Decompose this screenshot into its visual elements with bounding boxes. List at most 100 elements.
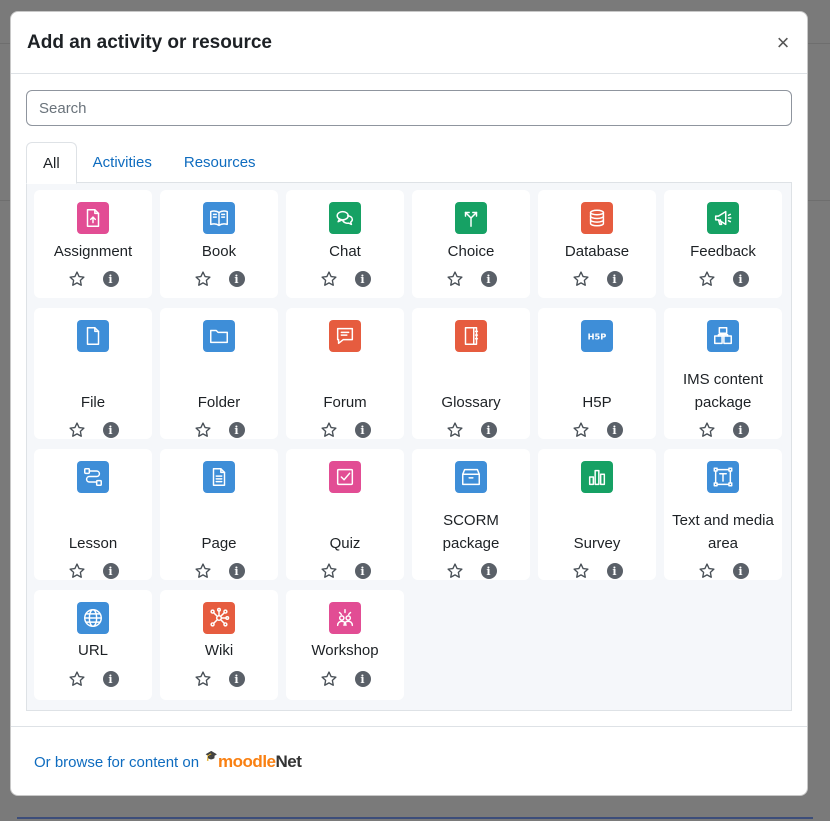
star-icon[interactable] [320, 670, 338, 688]
info-icon[interactable]: i [480, 271, 497, 287]
activity-item-h5p[interactable]: H5P H5P i [538, 308, 656, 439]
activity-item-url[interactable]: URL i [34, 590, 152, 700]
star-icon[interactable] [320, 421, 338, 439]
star-icon[interactable] [698, 421, 716, 439]
info-icon[interactable]: i [102, 563, 119, 579]
info-icon[interactable]: i [102, 271, 119, 287]
star-icon[interactable] [194, 421, 212, 439]
activity-item-actions: i [698, 562, 749, 580]
file-icon [77, 320, 109, 352]
activity-item-workshop[interactable]: Workshop i [286, 590, 404, 700]
workshop-icon [329, 602, 361, 634]
url-icon [77, 602, 109, 634]
star-icon[interactable] [194, 670, 212, 688]
star-icon[interactable] [446, 270, 464, 288]
activity-item-forum[interactable]: Forum i [286, 308, 404, 439]
activity-item-actions: i [194, 670, 245, 688]
activity-item-label: Choice [447, 242, 495, 260]
modal-header: Add an activity or resource × [11, 12, 807, 74]
activity-item-wiki[interactable]: Wiki i [160, 590, 278, 700]
star-icon[interactable] [68, 670, 86, 688]
activity-item-label: Chat [329, 242, 361, 260]
info-icon[interactable]: i [354, 422, 371, 438]
activity-item-glossary[interactable]: Glossary i [412, 308, 530, 439]
star-icon[interactable] [698, 270, 716, 288]
activity-item-actions: i [68, 562, 119, 580]
activity-item-assignment[interactable]: Assignment i [34, 190, 152, 298]
star-icon[interactable] [698, 562, 716, 580]
glossary-icon [455, 320, 487, 352]
search-input[interactable] [26, 90, 792, 126]
close-button[interactable]: × [771, 30, 795, 55]
moodlenet-browse-link[interactable]: Or browse for content on 🎓 moodle Net [34, 751, 302, 772]
activity-item-page[interactable]: Page i [160, 449, 278, 580]
activity-item-text-and-media-area[interactable]: Text and media area i [664, 449, 782, 580]
activity-item-database[interactable]: Database i [538, 190, 656, 298]
activity-item-label: Page [201, 535, 237, 552]
activity-item-quiz[interactable]: Quiz i [286, 449, 404, 580]
assignment-icon [77, 202, 109, 234]
activity-item-label: H5P [582, 394, 612, 411]
info-icon[interactable]: i [480, 422, 497, 438]
info-icon[interactable]: i [228, 563, 245, 579]
activity-item-actions: i [194, 562, 245, 580]
star-icon[interactable] [68, 421, 86, 439]
activity-item-label: Database [564, 242, 630, 260]
forum-icon [329, 320, 361, 352]
info-icon[interactable]: i [480, 563, 497, 579]
activity-item-actions: i [194, 421, 245, 439]
backdrop-underline [17, 817, 813, 819]
star-icon[interactable] [572, 562, 590, 580]
activity-item-ims-content-package[interactable]: IMS content package i [664, 308, 782, 439]
info-icon[interactable]: i [102, 671, 119, 687]
activity-item-book[interactable]: Book i [160, 190, 278, 298]
info-icon[interactable]: i [228, 271, 245, 287]
tab-resources[interactable]: Resources [168, 142, 272, 183]
star-icon[interactable] [194, 562, 212, 580]
info-icon[interactable]: i [228, 422, 245, 438]
info-icon[interactable]: i [732, 563, 749, 579]
star-icon[interactable] [446, 562, 464, 580]
star-icon[interactable] [68, 270, 86, 288]
star-icon[interactable] [572, 270, 590, 288]
star-icon[interactable] [446, 421, 464, 439]
activity-item-folder[interactable]: Folder i [160, 308, 278, 439]
info-icon[interactable]: i [228, 671, 245, 687]
info-icon[interactable]: i [732, 422, 749, 438]
activity-item-choice[interactable]: Choice i [412, 190, 530, 298]
info-icon[interactable]: i [102, 422, 119, 438]
activity-item-survey[interactable]: Survey i [538, 449, 656, 580]
activity-item-lesson[interactable]: Lesson i [34, 449, 152, 580]
choice-icon [455, 202, 487, 234]
star-icon[interactable] [320, 562, 338, 580]
star-icon[interactable] [68, 562, 86, 580]
activity-item-label: Quiz [329, 535, 361, 552]
info-icon[interactable]: i [606, 271, 623, 287]
text-media-area-icon [707, 461, 739, 493]
tab-activities[interactable]: Activities [77, 142, 168, 183]
activity-item-actions: i [68, 670, 119, 688]
moodlenet-logo-part2: Net [275, 752, 302, 771]
activity-item-label: IMS content package [682, 371, 764, 411]
tab-all[interactable]: All [26, 142, 77, 184]
activity-item-label: Wiki [204, 641, 234, 659]
info-icon[interactable]: i [354, 671, 371, 687]
activity-item-scorm-package[interactable]: SCORM package i [412, 449, 530, 580]
activity-item-file[interactable]: File i [34, 308, 152, 439]
info-icon[interactable]: i [732, 271, 749, 287]
info-icon[interactable]: i [354, 271, 371, 287]
info-icon[interactable]: i [606, 563, 623, 579]
activity-item-chat[interactable]: Chat i [286, 190, 404, 298]
star-icon[interactable] [194, 270, 212, 288]
info-icon[interactable]: i [354, 563, 371, 579]
page-icon [203, 461, 235, 493]
activity-item-feedback[interactable]: Feedback i [664, 190, 782, 298]
info-icon[interactable]: i [606, 422, 623, 438]
add-activity-modal: Add an activity or resource × All Activi… [10, 11, 808, 796]
star-icon[interactable] [572, 421, 590, 439]
activity-item-label: Folder [197, 394, 241, 411]
activity-item-actions: i [194, 270, 245, 288]
moodlenet-logo: 🎓 moodle Net [205, 751, 302, 772]
star-icon[interactable] [320, 270, 338, 288]
activity-item-label: Assignment [53, 242, 133, 260]
